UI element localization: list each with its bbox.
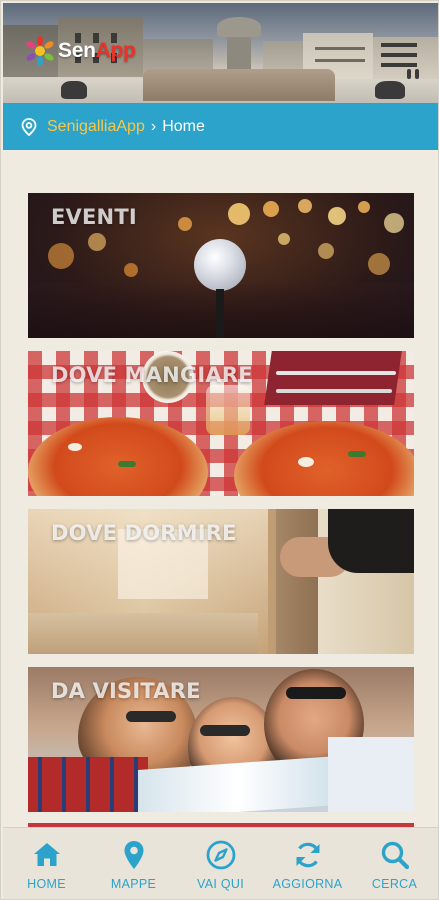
microphone-graphic (194, 239, 246, 291)
card-dove-mangiare[interactable]: DOVE MANGIARE (28, 351, 414, 496)
logo-text-accent: App (95, 39, 136, 62)
nav-label: HOME (27, 877, 66, 891)
map-marker-icon (124, 841, 143, 869)
glass-graphic (206, 385, 250, 435)
logo-text-primary: Sen (58, 39, 96, 62)
nav-label: CERCA (371, 877, 418, 891)
nav-aggiorna[interactable]: AGGIORNA (268, 839, 348, 891)
card-title: DOVE MANGIARE (51, 363, 253, 387)
card-da-visitare[interactable]: DA VISITARE (28, 667, 414, 812)
map-pin-icon (21, 117, 37, 136)
refresh-icon (295, 842, 320, 868)
nav-vai-qui[interactable]: VAI QUI (181, 839, 261, 891)
breadcrumb-app-link[interactable]: SenigalliaApp (47, 118, 145, 136)
compass-icon (206, 840, 235, 870)
sun-logo-icon (25, 36, 55, 66)
bottom-navigation: HOME MAPPE VAI QUI AGGIORNA CERCA (3, 827, 438, 899)
card-title: EVENTI (51, 205, 137, 229)
nav-label: MAPPE (110, 877, 157, 891)
sunglasses-graphic (286, 687, 346, 699)
card-dove-dormire[interactable]: DOVE DORMIRE (28, 509, 414, 654)
nav-home[interactable]: HOME (7, 839, 87, 891)
breadcrumb: SenigalliaApp › Home (3, 103, 438, 150)
card-title: DOVE DORMIRE (51, 521, 237, 545)
nav-cerca[interactable]: CERCA (355, 839, 435, 891)
breadcrumb-separator: › (150, 117, 157, 135)
header-banner: SenApp (3, 3, 438, 103)
fork-graphic (276, 389, 392, 393)
nav-label: VAI QUI (196, 877, 245, 891)
app-logo[interactable]: SenApp (25, 36, 136, 66)
pizza-right-graphic (234, 421, 414, 496)
card-title: DA VISITARE (51, 679, 201, 703)
breadcrumb-current: Home (162, 117, 205, 135)
card-eventi[interactable]: EVENTI (28, 193, 414, 338)
door-graphic (276, 509, 318, 654)
nav-label: AGGIORNA (272, 877, 343, 891)
nav-mappe[interactable]: MAPPE (94, 839, 174, 891)
napkin-graphic (264, 351, 402, 405)
pizza-left-graphic (28, 417, 208, 496)
logo-wordmark: SenApp (58, 39, 136, 63)
app-frame: SenApp SenigalliaApp › Home EVENTI DOVE … (0, 0, 439, 900)
search-icon (381, 841, 409, 870)
home-icon (33, 843, 60, 866)
